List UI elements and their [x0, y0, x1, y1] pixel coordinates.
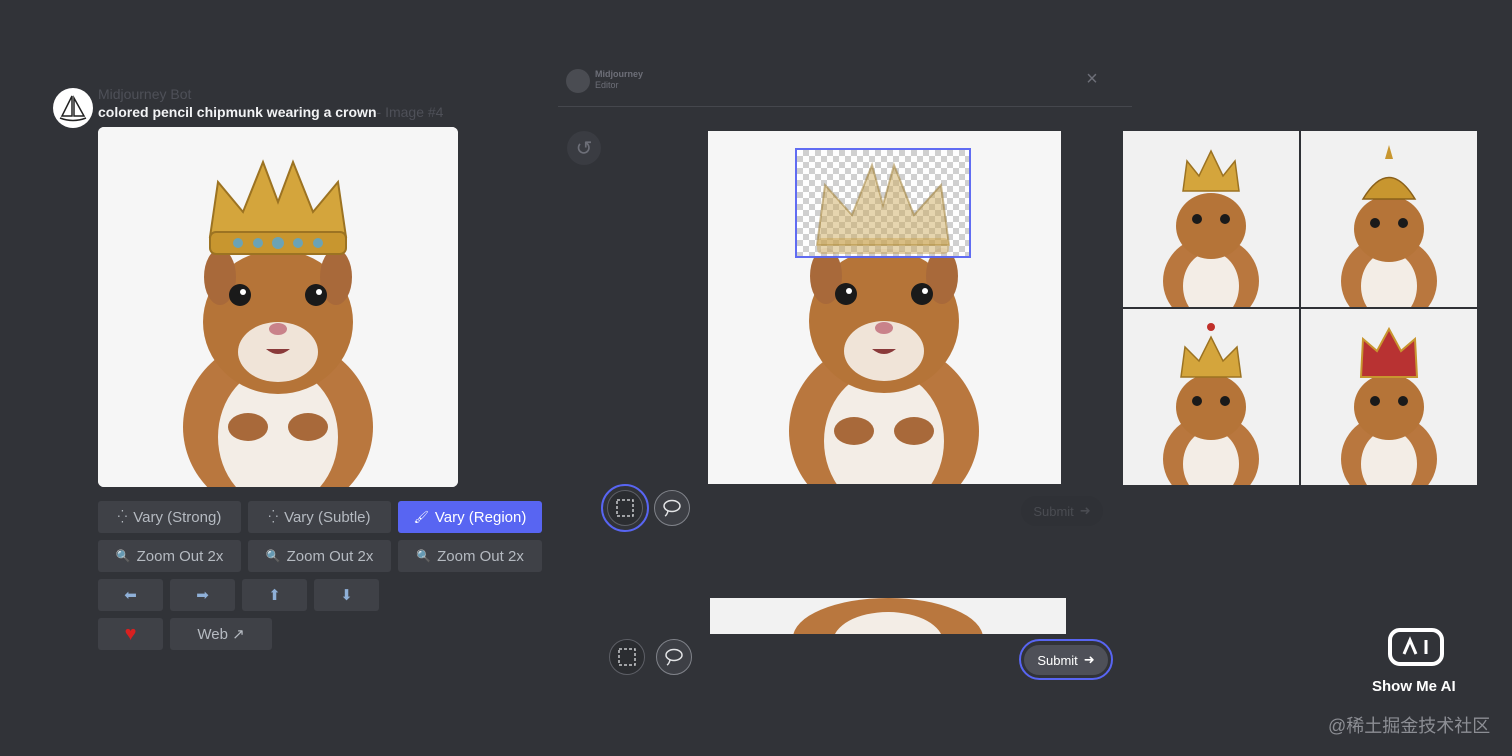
faded-crown-icon [815, 161, 951, 254]
vary-region-button[interactable]: 🖌 Vary (Region) [398, 501, 542, 533]
zoom-out-button-1[interactable]: 🔍 Zoom Out 2x [98, 540, 241, 572]
chipmunk-crown-2 [1301, 131, 1477, 307]
arrow-right-icon: ➜ [1083, 652, 1095, 667]
showme-watermark: Show Me AI [1372, 678, 1456, 695]
web-link-button[interactable]: Web ↗ [170, 618, 272, 650]
magnifier-icon: 🔍 [265, 549, 281, 563]
submit-button-disabled[interactable]: Submit ➜ [1021, 496, 1103, 526]
lasso-icon [663, 499, 681, 517]
vary-strong-label: Vary (Strong) [133, 508, 222, 526]
chipmunk-crown-1 [1123, 131, 1299, 307]
sparkle-icon: ⁛ [117, 510, 128, 524]
arrow-left-icon: ⬅ [124, 587, 137, 604]
cropped-image-preview [710, 598, 1066, 634]
vary-region-label: Vary (Region) [434, 508, 527, 526]
juejin-watermark: @稀土掘金技术社区 [1328, 716, 1491, 736]
web-label: Web ↗ [197, 626, 245, 643]
rectangle-select-tool[interactable] [607, 490, 643, 526]
editor-logo-icon [566, 69, 590, 93]
variation-1[interactable] [1123, 131, 1299, 307]
submit-button[interactable]: Submit ➜ [1024, 645, 1108, 675]
showme-logo-icon [1380, 624, 1452, 672]
lasso-icon [665, 648, 683, 666]
lasso-select-tool-2[interactable] [656, 639, 692, 675]
variation-4[interactable] [1301, 309, 1477, 485]
bot-name[interactable]: Midjourney Bot [98, 86, 191, 102]
chipmunk-bottom-strip [710, 598, 1066, 634]
prompt-text: colored pencil chipmunk wearing a crown-… [98, 104, 443, 120]
submit-label: Submit [1037, 652, 1078, 668]
vary-subtle-button[interactable]: ⁛ Vary (Subtle) [248, 501, 391, 533]
favorite-button[interactable]: ♥ [98, 618, 163, 650]
submit-label: Submit [1033, 503, 1074, 519]
arrow-right-icon: ➜ [1079, 503, 1091, 518]
editor-title-line1: Midjourney [595, 69, 644, 79]
undo-glyph: ↺ [575, 137, 593, 160]
editor-title-line2: Editor [595, 80, 619, 90]
vary-subtle-label: Vary (Subtle) [284, 508, 371, 526]
heart-icon: ♥ [124, 622, 137, 645]
brush-icon: 🖌 [413, 510, 429, 524]
variation-3[interactable] [1123, 309, 1299, 485]
arrow-up-icon: ⬆ [268, 587, 281, 604]
midjourney-boat-icon [59, 95, 87, 122]
pan-down-button[interactable]: ⬇ [314, 579, 379, 611]
lasso-select-tool[interactable] [654, 490, 690, 526]
editor-header [558, 62, 1132, 107]
close-icon[interactable]: × [1083, 69, 1101, 89]
zoom-out-label: Zoom Out 2x [136, 547, 224, 565]
chipmunk-crown-4 [1301, 309, 1477, 485]
variation-2[interactable] [1301, 131, 1477, 307]
magnifier-icon: 🔍 [416, 549, 432, 563]
dashed-square-icon [618, 648, 636, 666]
sparkle-icon: ⁛ [268, 510, 279, 524]
region-selection-box[interactable] [795, 148, 971, 258]
magnifier-icon: 🔍 [115, 549, 131, 563]
chipmunk-image[interactable] [98, 127, 458, 487]
zoom-out-label: Zoom Out 2x [437, 547, 524, 565]
rectangle-select-tool-2[interactable] [609, 639, 645, 675]
prompt-main: colored pencil chipmunk wearing a crown [98, 104, 377, 120]
arrow-down-icon: ⬇ [340, 587, 353, 604]
prompt-suffix: - Image #4 [376, 104, 444, 120]
arrow-right-icon: ➡ [196, 587, 209, 604]
variation-grid [1123, 131, 1477, 485]
zoom-out-button-3[interactable]: 🔍 Zoom Out 2x [398, 540, 542, 572]
bot-avatar[interactable] [53, 88, 93, 128]
pan-up-button[interactable]: ⬆ [242, 579, 307, 611]
dashed-square-icon [616, 499, 634, 517]
pan-right-button[interactable]: ➡ [170, 579, 235, 611]
vary-strong-button[interactable]: ⁛ Vary (Strong) [98, 501, 241, 533]
zoom-out-button-2[interactable]: 🔍 Zoom Out 2x [248, 540, 391, 572]
editor-title: Midjourney Editor [595, 69, 643, 91]
chipmunk-crown-3 [1123, 309, 1299, 485]
pan-left-button[interactable]: ⬅ [98, 579, 163, 611]
chipmunk-illustration [98, 127, 458, 487]
zoom-out-label: Zoom Out 2x [286, 547, 374, 565]
undo-icon[interactable]: ↺ [567, 131, 601, 165]
